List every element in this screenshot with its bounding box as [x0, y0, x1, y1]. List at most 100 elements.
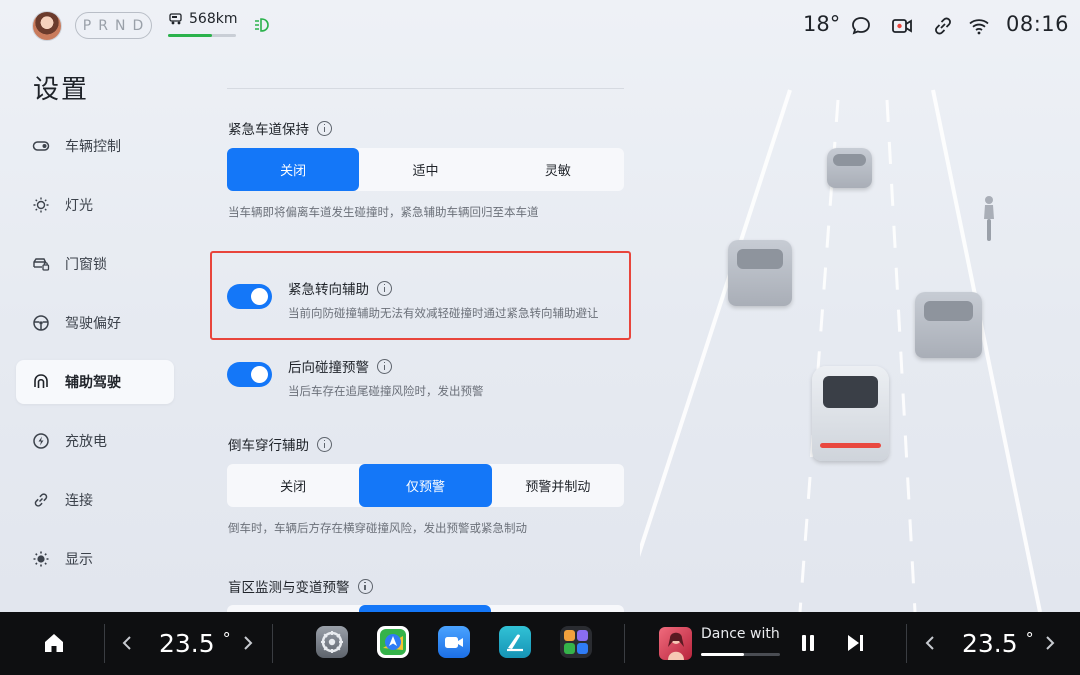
sidebar-item-label: 显示 [65, 552, 93, 568]
dock-bar: 23.5 ° Dance with 23.5 ° [0, 612, 1080, 675]
left-temp-display: 23.5 ° [159, 629, 231, 658]
blind-spot-label: 盲区监测与变道预警 [228, 580, 350, 596]
message-icon[interactable] [849, 14, 873, 38]
app-group-icon[interactable] [560, 626, 592, 658]
song-title: Dance with [701, 626, 780, 642]
sidebar: 车辆控制 灯光 门窗锁 驾驶偏好 辅助驾驶 充放电 连接 显示 [16, 124, 174, 596]
chevron-left-icon[interactable] [120, 634, 134, 652]
song-progress-fill [701, 653, 745, 656]
info-icon[interactable] [377, 280, 392, 296]
clock: 08:16 [1006, 12, 1070, 36]
next-track-icon[interactable] [845, 633, 865, 653]
reverse-cross-label-row: 倒车穿行辅助 [228, 434, 332, 454]
rear-warning-toggle[interactable] [227, 362, 272, 387]
sidebar-item-connect[interactable]: 连接 [16, 478, 174, 522]
range-readout: 568km [168, 11, 237, 27]
sidebar-item-label: 驾驶偏好 [65, 316, 121, 332]
car-lock-icon [33, 258, 50, 271]
lane-keep-option-sensitive[interactable]: 灵敏 [492, 148, 624, 191]
info-icon[interactable] [377, 358, 392, 374]
degree-mark: ° [222, 629, 231, 648]
blind-spot-selected-option[interactable] [359, 605, 491, 612]
dashcam-icon[interactable] [890, 14, 914, 38]
cyclist-icon [984, 196, 994, 241]
left-temp-value: 23.5 [159, 629, 215, 658]
drive-app-icon[interactable] [499, 626, 531, 658]
dock-divider [906, 624, 907, 663]
album-art[interactable] [659, 627, 692, 660]
steer-assist-toggle[interactable] [227, 284, 272, 309]
sidebar-item-label: 灯光 [65, 198, 93, 214]
sun-icon [33, 197, 49, 213]
info-icon[interactable] [317, 120, 332, 136]
battery-fill [168, 34, 213, 37]
sidebar-item-label: 连接 [65, 493, 93, 509]
driving-scene-illustration [640, 60, 1080, 612]
song-progress[interactable] [701, 653, 780, 656]
info-icon[interactable] [357, 578, 373, 594]
sidebar-item-charging[interactable]: 充放电 [16, 419, 174, 463]
info-icon[interactable] [317, 436, 332, 452]
home-icon[interactable] [42, 631, 66, 655]
rear-warning-label-row: 后向碰撞预警 [288, 356, 484, 376]
car-left-lane [728, 240, 792, 306]
steer-assist-label: 紧急转向辅助 [288, 282, 369, 298]
reverse-cross-label: 倒车穿行辅助 [228, 438, 309, 454]
sidebar-item-door-lock[interactable]: 门窗锁 [16, 242, 174, 286]
gear-d: D [132, 17, 145, 34]
sidebar-item-label: 辅助驾驶 [65, 375, 121, 391]
rear-warning-description: 当后车存在追尾碰撞风险时，发出预警 [288, 384, 484, 398]
lane-keep-description: 当车辆即将偏离车道发生碰撞时，紧急辅助车辆回归至本车道 [228, 205, 539, 219]
reverse-cross-option-warn[interactable]: 仅预警 [359, 464, 492, 507]
degree-mark: ° [1025, 629, 1034, 648]
assist-icon [34, 374, 48, 388]
dock-divider [104, 624, 105, 663]
settings-app-icon[interactable] [316, 626, 348, 658]
blind-spot-label-row: 盲区监测与变道预警 [228, 576, 373, 596]
sidebar-item-lights[interactable]: 灯光 [16, 183, 174, 227]
lane-keep-label-row: 紧急车道保持 [228, 118, 332, 138]
rear-warning-row: 后向碰撞预警 当后车存在追尾碰撞风险时，发出预警 [227, 356, 484, 399]
toggle-icon [32, 141, 50, 151]
sidebar-item-label: 充放电 [65, 434, 107, 450]
gear-p: P [82, 17, 93, 34]
reverse-cross-option-off[interactable]: 关闭 [227, 464, 359, 507]
chevron-left-icon[interactable] [923, 634, 937, 652]
lane-keep-option-medium[interactable]: 适中 [359, 148, 491, 191]
dock-divider [272, 624, 273, 663]
sidebar-item-display[interactable]: 显示 [16, 537, 174, 581]
wifi-icon[interactable] [967, 14, 991, 38]
headlight-icon [255, 18, 269, 32]
lane-keep-selector: 关闭 适中 灵敏 [227, 148, 624, 191]
steer-assist-label-row: 紧急转向辅助 [288, 278, 599, 298]
steer-assist-description: 当前向防碰撞辅助无法有效减轻碰撞时通过紧急转向辅助避让 [288, 306, 599, 320]
settings-screen: P R N D 568km 18° 08:16 设置 车辆控制 灯光 门窗锁 驾… [0, 0, 1080, 612]
sidebar-item-driver-assist[interactable]: 辅助驾驶 [16, 360, 174, 404]
link-icon [34, 493, 48, 507]
chevron-right-icon[interactable] [1043, 634, 1057, 652]
outside-temperature: 18° [803, 12, 841, 36]
dock-divider [624, 624, 625, 663]
sidebar-item-driving-preference[interactable]: 驾驶偏好 [16, 301, 174, 345]
avatar[interactable] [32, 11, 62, 41]
range-value: 568km [189, 11, 238, 27]
link-icon[interactable] [931, 14, 955, 38]
gear-r: R [98, 17, 109, 34]
car-ahead [827, 148, 872, 188]
lane-keep-option-off[interactable]: 关闭 [227, 148, 360, 191]
sidebar-item-vehicle-control[interactable]: 车辆控制 [16, 124, 174, 168]
gear-indicator: P R N D [75, 12, 152, 39]
pause-icon[interactable] [798, 633, 818, 653]
chevron-right-icon[interactable] [241, 634, 255, 652]
reverse-cross-option-warn-brake[interactable]: 预警并制动 [492, 464, 624, 507]
road-lines [640, 89, 1042, 612]
video-call-app-icon[interactable] [438, 626, 470, 658]
sidebar-item-label: 门窗锁 [65, 257, 107, 273]
steer-assist-text: 紧急转向辅助 当前向防碰撞辅助无法有效减轻碰撞时通过紧急转向辅助避让 [288, 278, 599, 321]
steering-wheel-icon [33, 315, 49, 331]
lane-keep-label: 紧急车道保持 [228, 122, 309, 138]
sidebar-item-label: 车辆控制 [65, 139, 121, 155]
steer-assist-row: 紧急转向辅助 当前向防碰撞辅助无法有效减轻碰撞时通过紧急转向辅助避让 [227, 278, 599, 321]
car-icon [169, 13, 182, 25]
navigation-app-icon[interactable] [377, 626, 409, 658]
